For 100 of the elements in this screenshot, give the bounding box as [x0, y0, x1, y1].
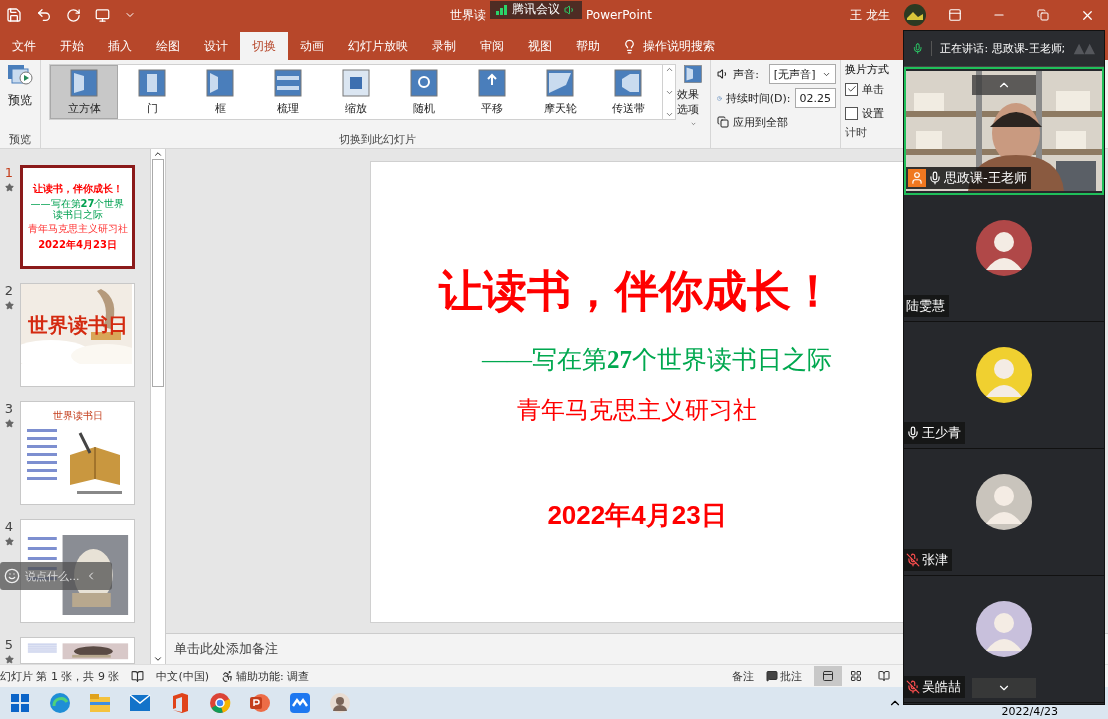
thumbnail-organization: 青年马克思主义研习社 [27, 222, 128, 236]
redo-icon[interactable] [66, 7, 81, 23]
slide-thumbnail[interactable]: 世界读书日 [20, 401, 135, 505]
checkbox[interactable] [845, 82, 858, 96]
participant-name: 王少青 [922, 424, 961, 442]
slide-date: 2022年4月23日 [547, 499, 727, 532]
window-title: 世界读 [450, 6, 486, 24]
thumbnail-title: 世界读书日 [27, 311, 128, 339]
transition-icon [546, 68, 574, 97]
slide-number: 1 [4, 165, 14, 180]
ribbon-tab[interactable]: 帮助 [564, 32, 612, 60]
checkbox-label: 单击 [862, 81, 884, 97]
grid-view-icon [850, 670, 862, 682]
ribbon-tab[interactable]: 文件 [0, 32, 48, 60]
ribbon-tab[interactable]: 视图 [516, 32, 564, 60]
speaker-icon [564, 3, 576, 16]
restore-icon[interactable] [1037, 9, 1049, 21]
view-button[interactable] [814, 666, 842, 686]
emoji-icon[interactable] [4, 568, 20, 584]
duration-label: 持续时间(D): [725, 90, 791, 106]
participant-tile[interactable]: 王少青 [904, 322, 1104, 449]
tell-me-search[interactable]: 操作说明搜索 [643, 37, 715, 55]
participant-tile[interactable]: 张津 [904, 449, 1104, 576]
lightbulb-icon [622, 38, 637, 54]
scrollbar-thumb[interactable] [152, 159, 164, 387]
ribbon-tab[interactable]: 幻灯片放映 [336, 32, 420, 60]
transition-option[interactable]: 传送带 [594, 65, 662, 119]
more-icon[interactable] [664, 110, 674, 119]
save-icon[interactable] [6, 7, 22, 23]
transition-icon [410, 68, 438, 97]
taskbar-date: 2022/4/23 [1001, 705, 1058, 718]
slide-thumbnail[interactable]: 世界读书日 [20, 283, 135, 387]
duration-field[interactable]: 02.25 [794, 88, 836, 108]
present-icon[interactable] [95, 7, 110, 23]
transition-option[interactable]: 摩天轮 [526, 65, 594, 119]
transition-icon [274, 68, 302, 97]
transition-option[interactable]: 门 [118, 65, 186, 119]
comments-button[interactable]: 批注 [780, 668, 802, 684]
ribbon-tab[interactable]: 开始 [48, 32, 96, 60]
group-label: 切换到此幻灯片 [338, 131, 417, 148]
ribbon-tab[interactable]: 插入 [96, 32, 144, 60]
microphone-icon[interactable] [912, 41, 924, 56]
undo-icon[interactable] [36, 7, 52, 23]
slide-number: 4 [4, 519, 14, 534]
notes-placeholder[interactable]: 单击此处添加备注 [174, 640, 278, 658]
transition-option[interactable]: 框 [186, 65, 254, 119]
transition-option[interactable]: 平移 [458, 65, 526, 119]
participant-tile[interactable]: 吴皓喆 [904, 576, 1104, 703]
animation-star-icon [4, 301, 14, 310]
slide-number: 2 [4, 283, 14, 298]
group-label: 计时 [845, 125, 868, 140]
participant-name: 陆雯慧 [906, 297, 945, 315]
thumbnail-date: 2022年4月23日 [38, 238, 117, 252]
slide-thumbnail[interactable]: 让读书，伴你成长！ ——写在第27个世界读书日之际 青年马克思主义研习社 2022年4月23日 [20, 165, 135, 269]
thumbnail-title: 世界读书日 [52, 409, 103, 423]
spelling-icon[interactable] [131, 669, 145, 683]
checkbox-label: 设置 [862, 105, 884, 121]
participant-tile[interactable]: 陆雯慧 [904, 195, 1104, 322]
ribbon-tab[interactable]: 审阅 [468, 32, 516, 60]
thumbnail-title: 让读书，伴你成长！ [32, 182, 123, 196]
ribbon-tab[interactable]: 设计 [192, 32, 240, 60]
animation-star-icon [4, 419, 14, 428]
slide-title: 让读书，伴你成长！ [439, 266, 835, 318]
animation-star-icon [4, 655, 14, 664]
animation-star-icon [4, 183, 14, 192]
speaking-status: 正在讲话: 思政课-王老师; [931, 41, 1066, 56]
checkbox[interactable] [845, 106, 858, 120]
ribbon-tab[interactable]: 录制 [420, 32, 468, 60]
signal-icon [496, 4, 508, 15]
scroll-up-icon[interactable] [153, 149, 163, 159]
ribbon-tab[interactable]: 切换 [240, 32, 288, 60]
meeting-badge[interactable]: 腾讯会议 [490, 0, 582, 19]
language-status[interactable]: 中文(中国) [156, 668, 210, 684]
window-title: PowerPoint [586, 8, 653, 22]
transition-option[interactable]: 随机 [390, 65, 458, 119]
notes-button[interactable]: 备注 [732, 668, 754, 684]
ribbon-tab[interactable]: 动画 [288, 32, 336, 60]
transition-option[interactable]: 立方体 [50, 65, 118, 119]
comments-icon[interactable] [766, 670, 778, 682]
animation-star-icon [4, 537, 14, 546]
preview-label[interactable]: 预览 [8, 92, 32, 109]
transition-option[interactable]: 缩放 [322, 65, 390, 119]
ribbon-tab[interactable]: 绘图 [144, 32, 192, 60]
participant-name: 思政课-王老师 [944, 169, 1027, 187]
sound-dropdown[interactable]: [无声音] [768, 64, 836, 84]
accessibility-icon[interactable] [221, 669, 235, 683]
transition-icon [138, 68, 166, 97]
slide-info: 幻灯片 第 1 张，共 9 张 [0, 668, 120, 684]
accessibility-status[interactable]: 辅助功能: 调查 [236, 668, 310, 684]
effect-options-button[interactable]: 效果选项 [676, 64, 710, 128]
user-avatar[interactable] [904, 4, 926, 26]
transition-option[interactable]: 梳理 [254, 65, 322, 119]
thumbnail-subtitle: ——写在第27个世界读书日之际 [29, 198, 126, 220]
scroll-down-icon[interactable] [153, 654, 163, 664]
apply-all-icon [717, 116, 729, 128]
ribbon-display-icon[interactable] [948, 8, 962, 22]
apply-all-button[interactable]: 应用到全部 [733, 114, 788, 130]
scroll-up-icon[interactable] [664, 65, 674, 74]
participant-name: 张津 [922, 551, 948, 569]
participant-tile[interactable]: 思政课-王老师 [904, 67, 1104, 195]
